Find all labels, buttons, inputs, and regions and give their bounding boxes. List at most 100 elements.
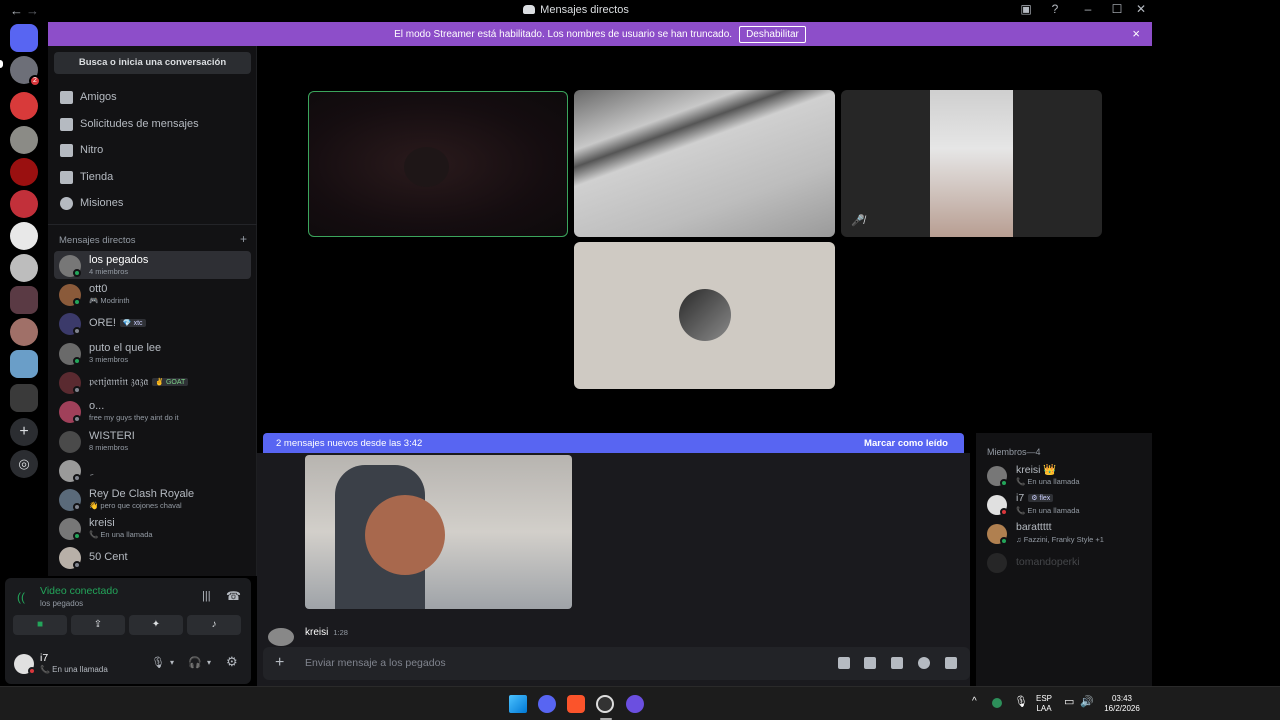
volume-icon[interactable]: 🔊 — [1080, 697, 1094, 708]
server-icon[interactable] — [10, 286, 38, 314]
maximize-button[interactable]: ☐ — [1107, 2, 1127, 16]
video-tile-speaking[interactable] — [308, 91, 568, 237]
server-icon[interactable] — [10, 222, 38, 250]
new-messages-bar[interactable]: 2 mensajes nuevos desde las 3:42 Marcar … — [263, 433, 964, 453]
discord-taskbar-icon[interactable] — [538, 695, 556, 713]
tray-chevron-icon[interactable]: ^ — [972, 697, 977, 707]
add-server-icon[interactable]: + — [10, 418, 38, 446]
dm-item[interactable]: 𝔭𝔢𝔫𝔧𝔞𝔪𝔦𝔫 𝔷𝔞𝔷𝔞 ✌ GOAT — [54, 368, 251, 396]
gift-icon[interactable] — [838, 657, 850, 669]
dm-item[interactable]: ORE! 💎 xtc — [54, 309, 251, 337]
server-icon[interactable] — [10, 318, 38, 346]
soundboard-button[interactable]: ♪ — [187, 615, 241, 635]
dm-item[interactable]: ott0 🎮 Modrinth — [54, 280, 251, 308]
server-icon[interactable] — [10, 350, 38, 378]
dm-name-text: 𝔭𝔢𝔫𝔧𝔞𝔪𝔦𝔫 𝔷𝔞𝔷𝔞 — [89, 376, 149, 388]
mark-as-read-button[interactable]: Marcar como leído — [864, 438, 948, 449]
mic-options-chevron-icon[interactable]: ▾ — [170, 658, 174, 667]
dm-item[interactable]: WISTERI 8 miembros — [54, 427, 251, 455]
dm-item[interactable]: los pegados 4 miembros — [54, 251, 251, 279]
app-taskbar-icon[interactable] — [596, 695, 614, 713]
member-item[interactable]: barattttt ♫ Fazzini, Franky Style +1 — [985, 521, 1145, 547]
nav-label: Solicitudes de mensajes — [80, 118, 199, 130]
dm-avatar-unread[interactable]: 2 — [10, 56, 41, 87]
screen-share-button[interactable]: ⇪ — [71, 615, 125, 635]
video-tile[interactable]: 🎤̸ — [841, 90, 1102, 237]
status-indicator — [28, 667, 36, 675]
dm-item[interactable]: kreisi 📞 En una llamada — [54, 514, 251, 542]
clock[interactable]: 03:43 16/2/2026 — [1100, 694, 1144, 714]
server-icon[interactable] — [10, 92, 38, 120]
avatar[interactable] — [268, 628, 294, 646]
minimize-button[interactable]: – — [1078, 2, 1098, 16]
microphone-icon[interactable]: 🎙 — [151, 656, 165, 669]
dm-item[interactable]: puto el que lee 3 miembros — [54, 339, 251, 367]
server-icon[interactable] — [10, 126, 38, 154]
dm-subtext: 🎮 Modrinth — [89, 296, 130, 305]
settings-gear-icon[interactable]: ⚙ — [226, 654, 238, 670]
status-indicator — [1000, 479, 1008, 487]
message-image[interactable] — [305, 455, 572, 609]
voice-channel[interactable]: los pegados — [40, 599, 83, 608]
disconnect-icon[interactable]: ☎ — [226, 589, 241, 603]
headphones-icon[interactable]: 🎧 — [188, 656, 202, 669]
status-indicator — [1000, 508, 1008, 516]
nav-quests[interactable]: Misiones — [60, 193, 123, 213]
audio-options-chevron-icon[interactable]: ▾ — [207, 658, 211, 667]
inbox-icon[interactable]: ▣ — [1016, 2, 1036, 16]
language-indicator[interactable]: ESP LAA — [1036, 694, 1052, 714]
disable-streamer-button[interactable]: Deshabilitar — [739, 25, 806, 43]
dm-item[interactable]: 50 Cent — [54, 543, 251, 571]
signal-icon[interactable]: (( — [17, 590, 25, 604]
server-icon[interactable] — [10, 190, 38, 218]
close-window-button[interactable]: ✕ — [1131, 2, 1151, 16]
discover-icon[interactable]: ◎ — [10, 450, 38, 478]
member-list: Miembros—4 kreisi 👑 📞 En una llamada i7 ⚙ … — [976, 433, 1152, 686]
sticker-icon[interactable] — [891, 657, 903, 669]
language-code: ESP — [1036, 694, 1053, 703]
server-icon[interactable] — [10, 158, 38, 186]
nav-shop[interactable]: Tienda — [60, 167, 113, 187]
nav-label: Amigos — [80, 91, 117, 103]
camera-button[interactable]: ■ — [13, 615, 67, 635]
emoji-icon[interactable] — [918, 657, 930, 669]
activities-button[interactable]: ✦ — [129, 615, 183, 635]
message-author[interactable]: kreisi — [305, 627, 328, 638]
close-banner-icon[interactable]: × — [1132, 26, 1140, 41]
message-input[interactable]: Enviar mensaje a los pegados — [305, 657, 446, 669]
gif-icon[interactable] — [864, 657, 876, 669]
noise-suppression-icon[interactable]: ||| — [202, 590, 211, 602]
search-button[interactable]: Busca o inicia una conversación — [54, 52, 251, 74]
dm-item[interactable]: Rey De Clash Royale 👋 pero que cojones ch… — [54, 485, 251, 513]
dm-subtext: free my guys they aint do it — [89, 413, 179, 422]
video-tile-avatar[interactable] — [574, 242, 835, 389]
member-item[interactable]: kreisi 👑 📞 En una llamada — [985, 463, 1145, 489]
status-indicator — [73, 327, 81, 335]
help-icon[interactable]: ? — [1045, 2, 1065, 16]
server-icon[interactable] — [10, 254, 38, 282]
tray-mic-icon[interactable]: 🎙 — [1014, 697, 1028, 708]
member-name: kreisi 👑 — [1016, 464, 1057, 476]
brave-browser-icon[interactable] — [567, 695, 585, 713]
member-item[interactable]: i7 ⚙ flex 📞 En una llamada — [985, 492, 1145, 518]
nav-nitro[interactable]: Nitro — [60, 140, 103, 160]
tray-app-icon[interactable] — [992, 698, 1002, 708]
nav-friends[interactable]: Amigos — [60, 87, 117, 107]
home-button[interactable] — [10, 24, 38, 52]
video-tile[interactable] — [574, 90, 835, 237]
voice-status[interactable]: Video conectado — [40, 585, 118, 597]
username[interactable]: i7 — [40, 652, 48, 664]
app-taskbar-icon[interactable] — [626, 695, 644, 713]
user-panel: i7 📞 En una llamada 🎙 ▾ 🎧 ▾ ⚙ — [5, 642, 251, 684]
member-item-offline[interactable]: tomandoperki — [985, 550, 1145, 576]
apps-icon[interactable] — [945, 657, 957, 669]
attach-plus-icon[interactable]: + — [275, 654, 284, 672]
windows-start-icon[interactable] — [509, 695, 527, 713]
dm-item[interactable]: o... free my guys they aint do it — [54, 397, 251, 425]
nav-message-requests[interactable]: Solicitudes de mensajes — [60, 114, 199, 134]
network-icon[interactable]: ▭ — [1064, 697, 1074, 708]
create-dm-button[interactable]: + — [240, 232, 247, 246]
server-folder[interactable] — [10, 384, 38, 412]
window-title: Mensajes directos — [0, 4, 1152, 16]
dm-item[interactable]: ِ — [54, 456, 251, 484]
